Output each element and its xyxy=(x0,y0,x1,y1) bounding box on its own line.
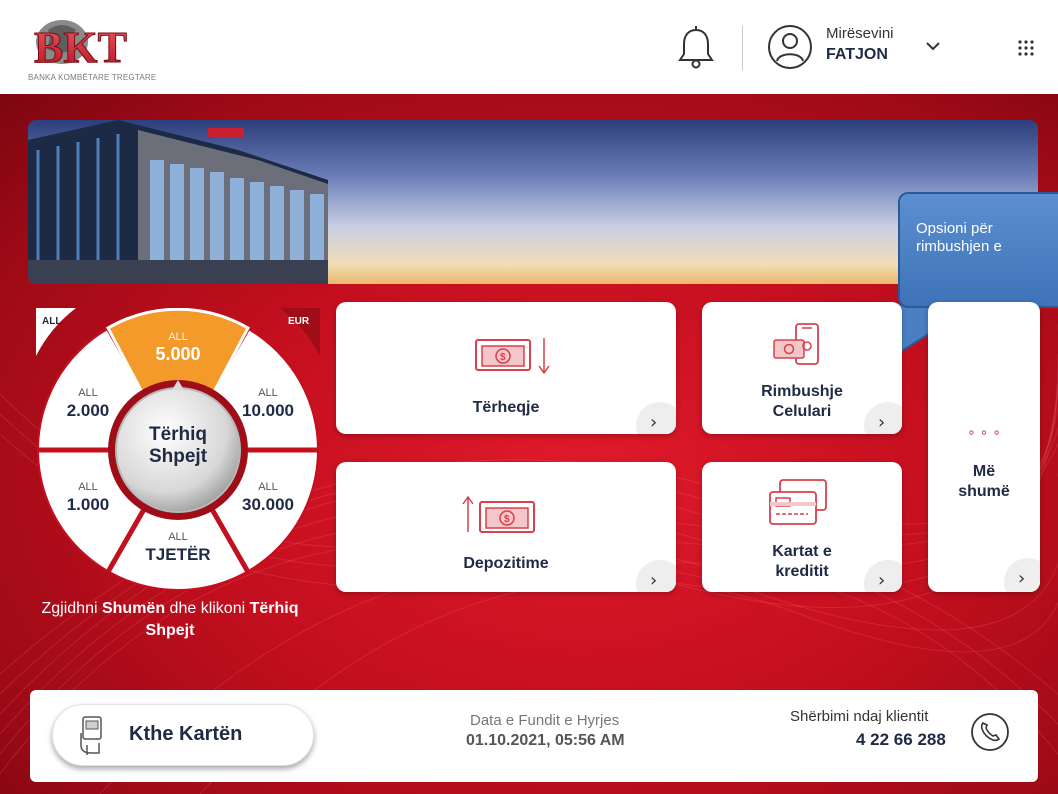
header: BKT BANKA KOMBËTARE TREGTARE Mirësevini … xyxy=(0,0,1058,94)
segment-currency: ALL xyxy=(258,481,278,493)
segment-amount[interactable]: 10.000 xyxy=(242,401,294,420)
chevron-down-icon[interactable] xyxy=(924,37,942,55)
last-login-value: 01.10.2021, 05:56 AM xyxy=(466,732,625,749)
last-login-label: Data e Fundit e Hyrjes xyxy=(470,712,620,729)
tile-more[interactable]: ∘ ∘ ∘ Më shumë › xyxy=(928,302,1040,592)
tile-label-line1: Më xyxy=(972,463,996,480)
segment-amount[interactable]: TJETËR xyxy=(145,545,210,564)
tile-mobile-topup[interactable]: Rimbushje Celulari › xyxy=(702,302,902,434)
quick-withdraw-line1: Tërhiq xyxy=(149,424,207,445)
customer-support-label: Shërbimi ndaj klientit xyxy=(790,708,929,725)
bell-icon[interactable] xyxy=(676,24,716,72)
tile-label: Depozitime xyxy=(463,555,549,572)
arrow-glyph: › xyxy=(1018,568,1026,589)
segment-amount[interactable]: 1.000 xyxy=(67,495,110,514)
svg-text:BKT: BKT xyxy=(34,23,127,72)
segment-currency: ALL xyxy=(168,531,188,543)
apps-grid-icon[interactable] xyxy=(1018,40,1034,56)
caption-bold: Shumën xyxy=(101,600,166,617)
currency-left: ALL xyxy=(42,316,61,327)
tutorial-callout: Opsioni për rimbushjen e xyxy=(898,192,1058,308)
return-card-label: Kthe Kartën xyxy=(129,723,243,745)
return-card-button[interactable]: Kthe Kartën xyxy=(52,704,314,766)
welcome-text: Mirësevini xyxy=(826,25,894,42)
header-divider xyxy=(742,26,743,70)
main-area: Opsioni për rimbushjen e ALL EUR ALL 5.0… xyxy=(0,94,1058,794)
tile-withdraw[interactable]: $ Tërheqje › xyxy=(336,302,676,434)
svg-text:$: $ xyxy=(504,514,510,525)
quick-withdraw-line2: Shpejt xyxy=(149,446,208,467)
tile-label: Tërheqje xyxy=(472,399,540,416)
arrow-glyph: › xyxy=(878,570,886,591)
bottom-bar: Kthe Kartën Data e Fundit e Hyrjes 01.10… xyxy=(30,690,1038,782)
card-return-icon xyxy=(80,716,102,755)
chevron-right-icon[interactable]: › xyxy=(1004,558,1040,592)
callout-line1: Opsioni për xyxy=(916,220,993,237)
mobile-topup-icon xyxy=(773,323,819,365)
currency-right: EUR xyxy=(288,316,310,327)
caption-bold: Tërhiq xyxy=(249,600,299,617)
customer-support-number: 4 22 66 288 xyxy=(856,730,946,749)
username: FATJON xyxy=(826,46,888,63)
building-image xyxy=(28,120,328,284)
tile-label-line2: shumë xyxy=(958,483,1010,500)
credit-cards-icon xyxy=(769,479,827,525)
svg-text:$: $ xyxy=(500,352,506,363)
cash-deposit-icon: $ xyxy=(462,495,535,533)
segment-amount[interactable]: 2.000 xyxy=(67,401,110,420)
arrow-glyph: › xyxy=(650,412,658,433)
tile-credit-cards[interactable]: Kartat e kreditit › xyxy=(702,462,902,592)
bank-building-banner xyxy=(28,120,1038,284)
segment-currency: ALL xyxy=(78,481,98,493)
wheel-caption: Zgjidhni Shumën dhe klikoni Tërhiq Shpej… xyxy=(0,598,340,642)
phone-icon[interactable] xyxy=(970,712,1010,752)
segment-currency: ALL xyxy=(168,331,188,343)
logo-tagline: BANKA KOMBËTARE TREGTARE xyxy=(28,73,157,82)
segment-currency: ALL xyxy=(78,387,98,399)
segment-amount[interactable]: 30.000 xyxy=(242,495,294,514)
user-avatar-icon[interactable] xyxy=(767,24,813,70)
tile-label-line1: Rimbushje xyxy=(761,383,843,400)
segment-currency: ALL xyxy=(258,387,278,399)
arrow-glyph: › xyxy=(878,412,886,433)
tile-deposit[interactable]: $ Depozitime › xyxy=(336,462,676,592)
cash-withdraw-icon: $ xyxy=(475,338,550,375)
caption-text: Zgjidhni xyxy=(41,600,102,617)
caption-bold: Shpejt xyxy=(145,622,195,639)
callout-line2: rimbushjen e xyxy=(916,238,1002,255)
segment-amount[interactable]: 5.000 xyxy=(155,344,200,364)
arrow-glyph: › xyxy=(650,570,658,591)
more-dots-icon: ∘ ∘ ∘ xyxy=(966,424,1002,440)
quick-withdraw-wheel: ALL EUR ALL 5.000 ALL 10.000 ALL 30.000 … xyxy=(36,308,320,591)
caption-text: dhe klikoni xyxy=(165,600,250,617)
tile-label-line1: Kartat e xyxy=(772,543,832,560)
